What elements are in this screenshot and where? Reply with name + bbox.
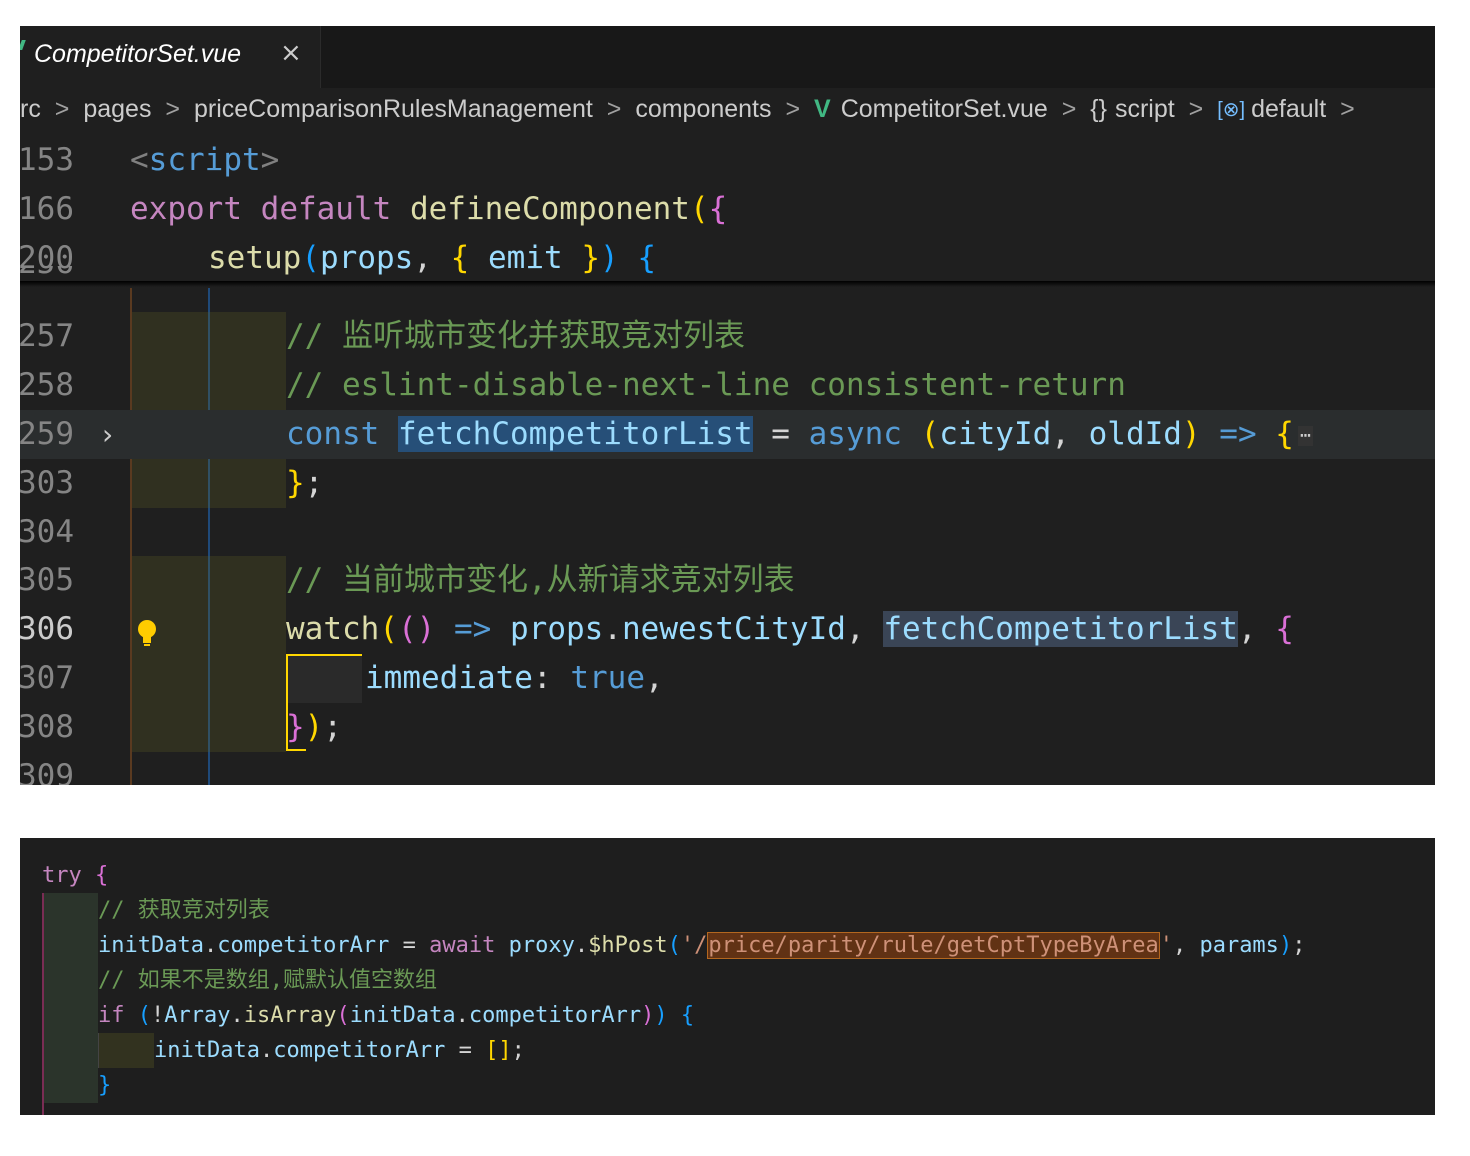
code-line[interactable]: if (!Array.isArray(initData.competitorAr… [98,998,694,1033]
chevron-right-icon: > [165,94,181,123]
code-row[interactable]: 257 // 监听城市变化并获取竞对列表 [20,312,1435,361]
code-row[interactable]: 308 }); [20,703,1435,752]
breadcrumb-item-script[interactable]: script [1115,95,1175,124]
chevron-right-icon: > [54,94,70,123]
code-row-partial: 256 [20,266,1435,288]
braces-icon: {} [1090,94,1107,123]
bracket-pair-guide [286,654,362,703]
breadcrumb-item-components[interactable]: components [635,95,771,124]
code-row-active[interactable]: 306 watch(() => props.newestCityId, fetc… [20,605,1435,654]
chevron-right-icon: > [1188,94,1204,123]
breadcrumb-item-default[interactable]: default [1251,95,1326,124]
code-line: const fetchCompetitorList = async (cityI… [286,416,1313,452]
code-row-folded[interactable]: 259 › const fetchCompetitorList = async … [20,410,1435,459]
code-row[interactable]: 304 [20,508,1435,557]
close-icon[interactable]: × [280,38,302,68]
tab-label: CompetitorSet.vue [34,40,242,68]
chevron-right-icon: > [1340,94,1355,123]
code-row[interactable]: 305 // 当前城市变化,从新请求竞对列表 [20,556,1435,605]
string-highlight: price/parity/rule/getCptTypeByArea [707,932,1160,959]
indent-band [98,1033,154,1068]
code-line: export default defineComponent({ [130,191,728,227]
breadcrumb-item-src[interactable]: rc [20,95,41,124]
editor-panel: CompetitorSet.vue × rc > pages > priceCo… [20,26,1435,785]
code-line: <script> [130,142,280,178]
breadcrumb-item-folder[interactable]: priceComparisonRulesManagement [194,95,593,124]
folded-ellipsis-icon[interactable]: ⋯ [1297,425,1313,446]
breadcrumb-item-pages[interactable]: pages [83,95,151,124]
sticky-line[interactable]: 153 <script> [20,136,1435,185]
tab-bar: CompetitorSet.vue × [20,26,1435,88]
line-number: 153 [20,142,74,178]
line-number: 166 [20,191,74,227]
chevron-right-icon: > [785,94,801,123]
code-row[interactable]: 307 immediate: true, [20,654,1435,703]
code-snippet-panel: try { // 获取竞对列表 initData.competitorArr =… [20,838,1435,1115]
symbol-variable-icon: [⊗] [1217,98,1246,121]
code-line[interactable]: // 获取竞对列表 [98,893,270,928]
vue-logo-icon: V [814,94,831,123]
sticky-line[interactable]: 166 export default defineComponent({ [20,185,1435,234]
chevron-right-icon: > [1061,94,1077,123]
code-line[interactable]: // 如果不是数组,赋默认值空数组 [98,963,437,998]
code-row[interactable]: 258 // eslint-disable-next-line consiste… [20,361,1435,410]
code-line[interactable]: try { [42,858,108,893]
code-line[interactable]: } [98,1068,111,1103]
code-line[interactable]: initData.competitorArr = await proxy.$hP… [98,928,1305,963]
code-line: watch(() => props.newestCityId, fetchCom… [286,611,1294,647]
breadcrumb-item-file[interactable]: CompetitorSet.vue [841,95,1048,124]
code-line: immediate: true, [365,660,664,696]
vue-file-icon [20,40,26,50]
code-line[interactable]: initData.competitorArr = []; [154,1033,525,1068]
chevron-right-icon: > [606,94,622,123]
code-row[interactable]: 309 [20,752,1435,785]
indent-band [44,893,98,1103]
tab-competitorset-vue[interactable]: CompetitorSet.vue × [20,26,321,88]
breadcrumb: rc > pages > priceComparisonRulesManagem… [20,94,1362,136]
fold-chevron-icon[interactable]: › [102,410,113,459]
code-row[interactable]: 303 }; [20,459,1435,508]
code-line: }); [286,709,343,745]
